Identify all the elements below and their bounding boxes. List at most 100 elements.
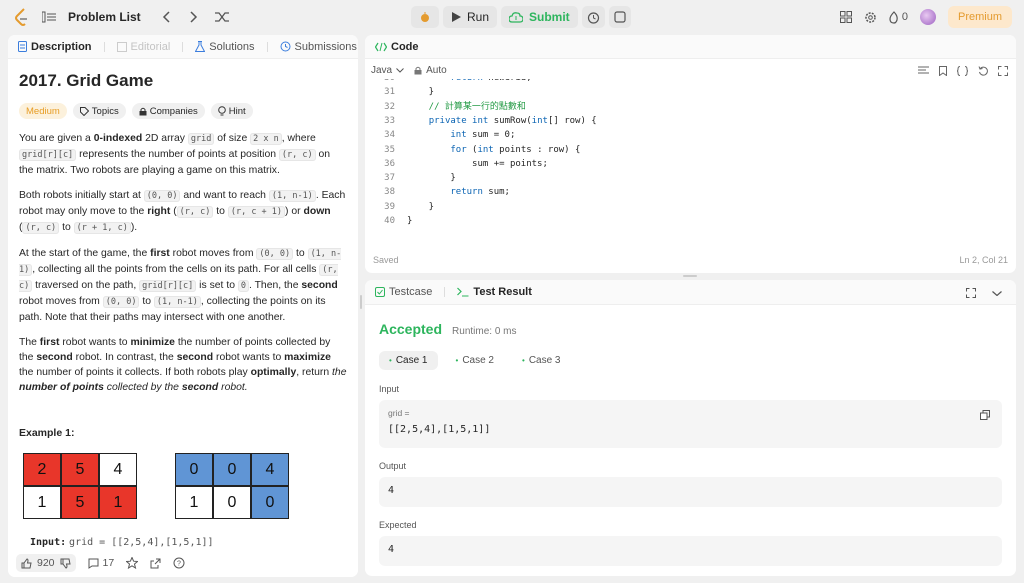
chevron-left-icon[interactable] bbox=[157, 8, 175, 26]
code-line[interactable]: 36 sum += points; bbox=[365, 157, 1016, 171]
flask-icon bbox=[195, 41, 206, 52]
book-icon bbox=[116, 41, 127, 52]
example-input-value: grid = [[2,5,4],[1,5,1]] bbox=[69, 537, 214, 548]
pass-dot-icon: • bbox=[455, 356, 459, 365]
thumbs-up-icon[interactable] bbox=[21, 557, 32, 569]
code-line[interactable]: 33 private int sumRow(int[] row) { bbox=[365, 114, 1016, 128]
accepted-label: Accepted bbox=[379, 321, 443, 337]
reset-icon[interactable] bbox=[978, 66, 988, 76]
code-panel: Code Java Auto 30 return newGrid;31 }32 … bbox=[365, 35, 1016, 273]
comments-button[interactable]: 17 bbox=[88, 557, 114, 569]
code-line[interactable]: 30 return newGrid; bbox=[365, 79, 1016, 85]
leetcode-logo-icon[interactable] bbox=[14, 8, 30, 26]
problem-description: 2017. Grid Game Medium Topics Companies … bbox=[8, 59, 358, 459]
shuffle-icon[interactable] bbox=[213, 8, 231, 26]
case-tab-2[interactable]: • Case 2 bbox=[446, 351, 505, 370]
star-icon[interactable] bbox=[126, 557, 139, 569]
code-line[interactable]: 40} bbox=[365, 214, 1016, 228]
collapse-icon[interactable] bbox=[992, 291, 1002, 296]
code-editor[interactable]: 30 return newGrid;31 }32 // 計算某一行的點數和33 … bbox=[365, 79, 1016, 229]
companies-button[interactable]: Companies bbox=[131, 103, 205, 119]
copy-icon[interactable] bbox=[980, 410, 990, 420]
braces-icon[interactable] bbox=[957, 66, 968, 76]
code-line[interactable]: 32 // 計算某一行的點數和 bbox=[365, 100, 1016, 114]
bookmark-icon[interactable] bbox=[939, 66, 947, 76]
code-line[interactable]: 38 return sum; bbox=[365, 185, 1016, 199]
checkbox-icon bbox=[375, 287, 385, 297]
tab-submissions[interactable]: Submissions bbox=[280, 41, 357, 53]
topics-button[interactable]: Topics bbox=[72, 103, 126, 119]
output-label: Output bbox=[379, 461, 407, 471]
submit-button[interactable]: Submit bbox=[501, 6, 578, 28]
expected-value[interactable]: 4 bbox=[388, 544, 993, 555]
tab-test-result[interactable]: Test Result bbox=[457, 286, 532, 298]
difficulty-badge[interactable]: Medium bbox=[19, 103, 67, 119]
language-select[interactable]: Java bbox=[371, 65, 404, 76]
premium-button[interactable]: Premium bbox=[947, 6, 1012, 28]
streak-count: 0 bbox=[901, 11, 908, 23]
code-text[interactable]: } bbox=[407, 200, 434, 214]
description-paragraph-4: The first robot wants to minimize the nu… bbox=[19, 337, 347, 393]
line-number: 32 bbox=[384, 101, 395, 112]
code-line[interactable]: 35 for (int points : row) { bbox=[365, 143, 1016, 157]
code-text[interactable]: // 計算某一行的點數和 bbox=[407, 100, 526, 114]
line-number: 31 bbox=[384, 87, 395, 98]
code-text[interactable]: return sum; bbox=[407, 185, 510, 199]
code-text[interactable]: } bbox=[407, 171, 455, 185]
fullscreen-icon[interactable] bbox=[998, 66, 1008, 76]
input-value[interactable]: [[2,5,4],[1,5,1]] bbox=[388, 424, 993, 435]
tab-code[interactable]: Code bbox=[375, 41, 419, 53]
output-value[interactable]: 4 bbox=[388, 485, 993, 496]
tab-testcase[interactable]: Testcase bbox=[375, 286, 432, 298]
code-line[interactable]: 37 } bbox=[365, 171, 1016, 185]
code-brackets-icon bbox=[375, 42, 387, 52]
example-grid-after: 004100 bbox=[175, 453, 291, 520]
timer-button[interactable] bbox=[581, 6, 605, 28]
case-tab-3[interactable]: • Case 3 bbox=[512, 351, 571, 370]
notes-button[interactable] bbox=[608, 6, 631, 28]
description-paragraph-2: Both robots initially start at (0, 0) an… bbox=[19, 190, 346, 234]
example-input-label: Input: bbox=[30, 537, 67, 548]
chevron-right-icon[interactable] bbox=[185, 8, 203, 26]
grid-cell: 1 bbox=[175, 486, 213, 519]
auto-mode-toggle[interactable]: Auto bbox=[414, 65, 447, 76]
case-tab-1[interactable]: • Case 1 bbox=[379, 351, 438, 370]
code-text[interactable]: } bbox=[407, 85, 434, 99]
code-line[interactable]: 31 } bbox=[365, 85, 1016, 99]
code-text[interactable]: private int sumRow(int[] row) { bbox=[407, 114, 597, 128]
debug-button[interactable] bbox=[411, 6, 439, 28]
hint-button[interactable]: Hint bbox=[210, 103, 253, 119]
tab-editorial[interactable]: Editorial bbox=[116, 41, 170, 53]
problem-list-link[interactable]: Problem List bbox=[68, 10, 141, 24]
code-text[interactable]: for (int points : row) { bbox=[407, 143, 580, 157]
horizontal-resize-handle[interactable] bbox=[683, 275, 697, 277]
grid-cell: 1 bbox=[99, 486, 137, 519]
code-line[interactable]: 34 int sum = 0; bbox=[365, 128, 1016, 142]
grid-cell: 0 bbox=[213, 486, 251, 519]
vertical-resize-handle[interactable] bbox=[360, 295, 362, 309]
thumbs-down-icon[interactable] bbox=[60, 558, 71, 569]
example-grid-before: 254151 bbox=[23, 453, 139, 520]
code-line[interactable]: 39 } bbox=[365, 200, 1016, 214]
settings-gear-icon[interactable] bbox=[864, 11, 877, 24]
code-text[interactable]: int sum = 0; bbox=[407, 128, 515, 142]
help-icon[interactable]: ? bbox=[173, 557, 185, 569]
streak-counter[interactable]: 0 bbox=[889, 10, 908, 24]
line-number: 38 bbox=[384, 187, 395, 198]
code-text[interactable]: } bbox=[407, 214, 412, 228]
tab-solutions[interactable]: Solutions bbox=[195, 41, 255, 53]
line-number: 36 bbox=[384, 158, 395, 169]
tab-description[interactable]: Description bbox=[18, 41, 92, 53]
code-text[interactable]: sum += points; bbox=[407, 157, 548, 171]
grid-cell: 1 bbox=[23, 486, 61, 519]
code-text[interactable]: return newGrid; bbox=[407, 79, 531, 85]
layout-icon[interactable] bbox=[839, 11, 852, 23]
grid-cell: 4 bbox=[251, 453, 289, 486]
case-tab-label: Case 3 bbox=[528, 355, 561, 366]
share-icon[interactable] bbox=[150, 558, 161, 569]
run-button[interactable]: Run bbox=[443, 6, 498, 28]
maximize-icon[interactable] bbox=[966, 288, 976, 298]
problem-list-icon[interactable] bbox=[40, 8, 58, 26]
avatar[interactable] bbox=[919, 9, 936, 25]
format-icon[interactable] bbox=[918, 66, 929, 76]
